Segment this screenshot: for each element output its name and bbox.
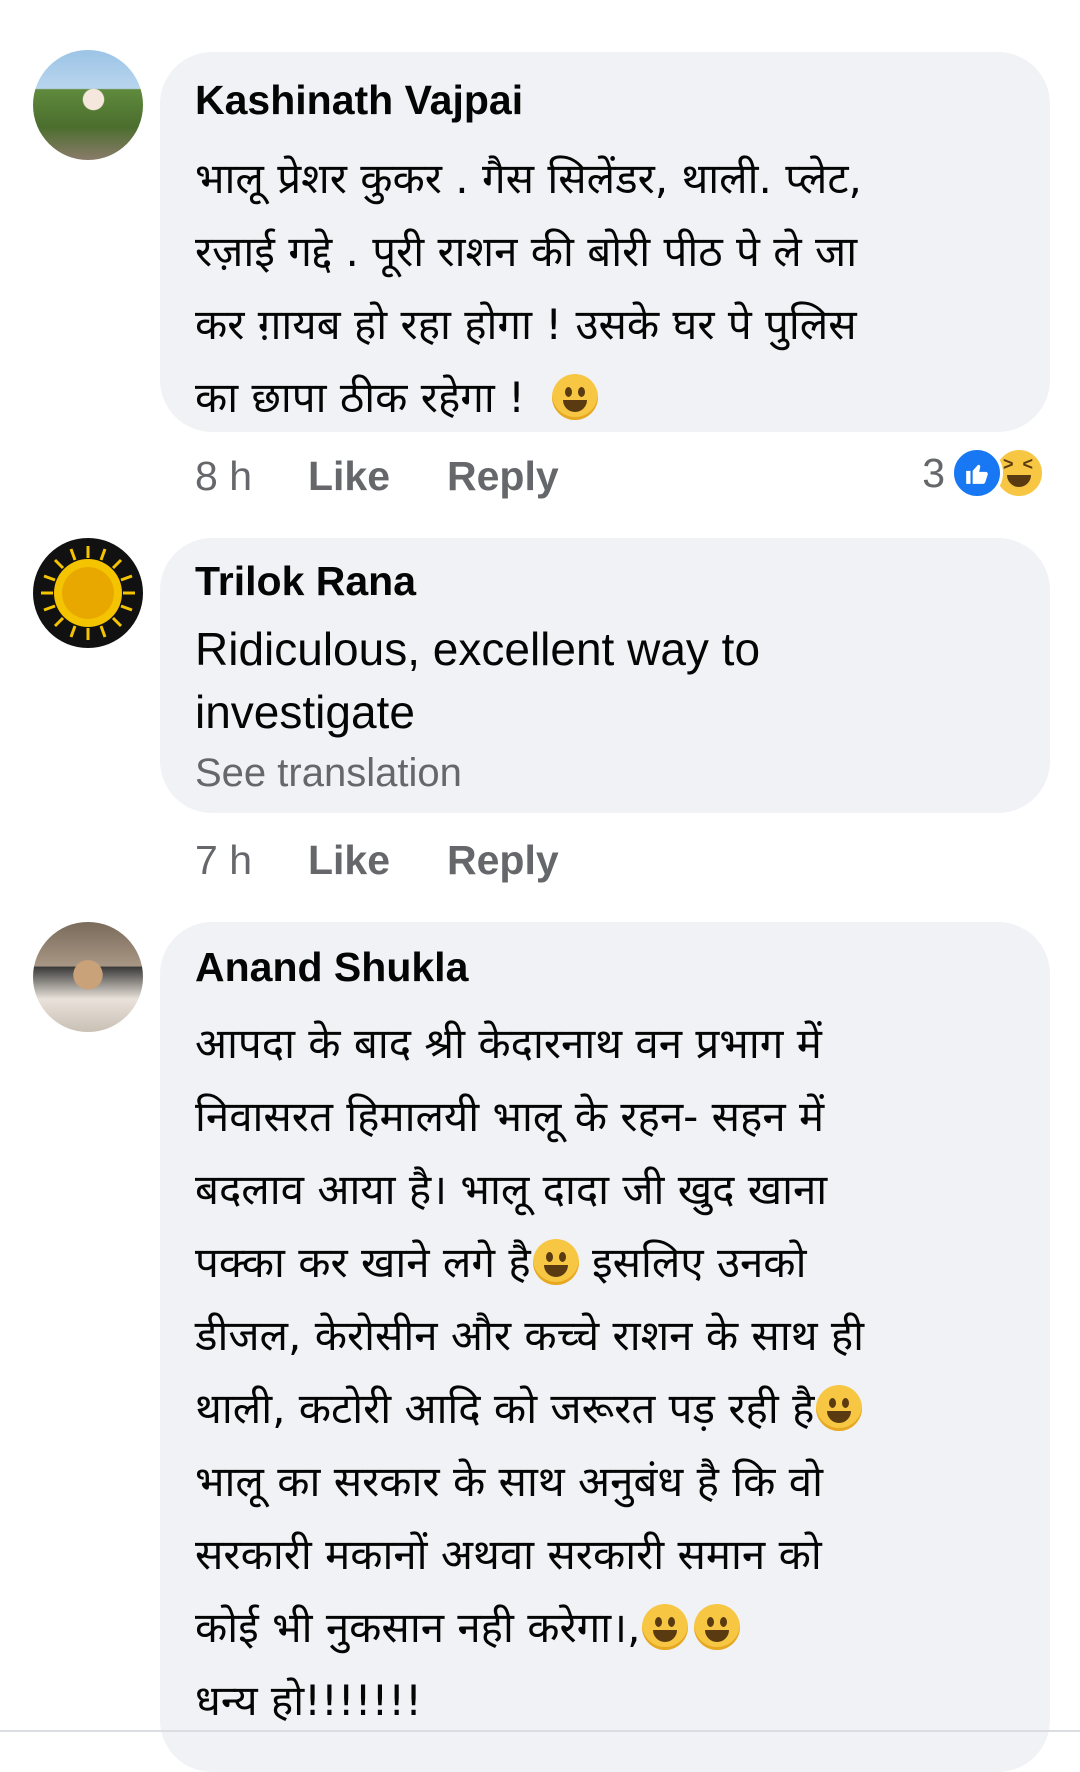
comment-text-line: धन्य हो!!!!!!! — [195, 1676, 422, 1725]
comment-text-line: थाली, कटोरी आदि को जरूरत पड़ रही है — [195, 1384, 815, 1433]
comment-author[interactable]: Anand Shukla — [195, 944, 468, 991]
grinning-face-icon — [816, 1385, 863, 1431]
comment-text: Ridiculous, excellent way to investigate — [195, 618, 1035, 744]
comment-text-line: आपदा के बाद श्री केदारनाथ वन प्रभाग में — [195, 1019, 822, 1068]
comment-text: आपदा के बाद श्री केदारनाथ वन प्रभाग में … — [195, 1007, 1035, 1737]
comment-text-line: भालू प्रेशर कुकर . गैस सिलेंडर, थाली. प्… — [195, 154, 862, 203]
avatar[interactable] — [33, 922, 143, 1032]
thumbs-up-icon — [951, 447, 1003, 499]
comment-author[interactable]: Trilok Rana — [195, 558, 416, 605]
see-translation-link[interactable]: See translation — [195, 751, 462, 796]
avatar[interactable] — [33, 50, 143, 160]
comment-text-line: सरकारी मकानों अथवा सरकारी समान को — [195, 1530, 822, 1579]
comment-text-line: पक्का कर खाने लगे है — [195, 1238, 531, 1287]
comment-text-line: Ridiculous, excellent way to — [195, 623, 761, 675]
comment-text-line: इसलिए उनको — [578, 1238, 807, 1287]
reaction-count: 3 — [922, 449, 945, 496]
comment-text-line: कर ग़ायब हो रहा होगा ! उसके घर पे पुलिस — [195, 300, 857, 349]
reply-button[interactable]: Reply — [447, 453, 559, 500]
comment-time[interactable]: 7 h — [195, 837, 252, 884]
avatar[interactable] — [33, 538, 143, 648]
like-button[interactable]: Like — [308, 837, 390, 884]
comment-text-line: का छापा ठीक रहेगा ! — [195, 373, 525, 422]
comment-time[interactable]: 8 h — [195, 453, 252, 500]
comment-text-line: डीजल, केरोसीन और कच्चे राशन के साथ ही — [195, 1311, 865, 1360]
comment-text-line-wrap: पक्का कर खाने लगे है इसलिए उनको — [195, 1226, 1035, 1299]
comment-text-line: कोई भी नुकसान नही करेगा।, — [195, 1603, 641, 1652]
comment-text-line-wrap: का छापा ठीक रहेगा ! — [195, 361, 1035, 434]
comment-text-line-wrap: कोई भी नुकसान नही करेगा।, — [195, 1591, 1035, 1664]
comment-text-line: investigate — [195, 686, 415, 738]
comment-text-line: भालू का सरकार के साथ अनुबंध है कि वो — [195, 1457, 823, 1506]
comment-bubble: Kashinath Vajpai भालू प्रेशर कुकर . गैस … — [160, 52, 1050, 432]
grinning-face-icon — [552, 374, 599, 420]
comment-text-line-wrap: थाली, कटोरी आदि को जरूरत पड़ रही है — [195, 1372, 1035, 1445]
like-button[interactable]: Like — [308, 453, 390, 500]
divider — [0, 1730, 1080, 1732]
comment-actions: 7 h Like Reply — [195, 837, 1055, 887]
comment-text-line: बदलाव आया है। भालू दादा जी खुद खाना — [195, 1165, 828, 1214]
comment-text: भालू प्रेशर कुकर . गैस सिलेंडर, थाली. प्… — [195, 142, 1035, 434]
rolling-laughing-icon — [694, 1604, 741, 1650]
reply-button[interactable]: Reply — [447, 837, 559, 884]
rolling-laughing-icon — [642, 1604, 689, 1650]
laughing-face-icon — [532, 1239, 579, 1285]
comment-author[interactable]: Kashinath Vajpai — [195, 77, 523, 124]
sun-icon — [41, 546, 135, 640]
comment-text-line: रज़ाई गद्दे . पूरी राशन की बोरी पीठ पे ल… — [195, 227, 858, 276]
comment-bubble: Trilok Rana Ridiculous, excellent way to… — [160, 538, 1050, 813]
comment-bubble: Anand Shukla आपदा के बाद श्री केदारनाथ व… — [160, 922, 1050, 1772]
comment-text-line: निवासरत हिमालयी भालू के रहन- सहन में — [195, 1092, 825, 1141]
reaction-summary[interactable]: 3 — [922, 447, 1045, 499]
